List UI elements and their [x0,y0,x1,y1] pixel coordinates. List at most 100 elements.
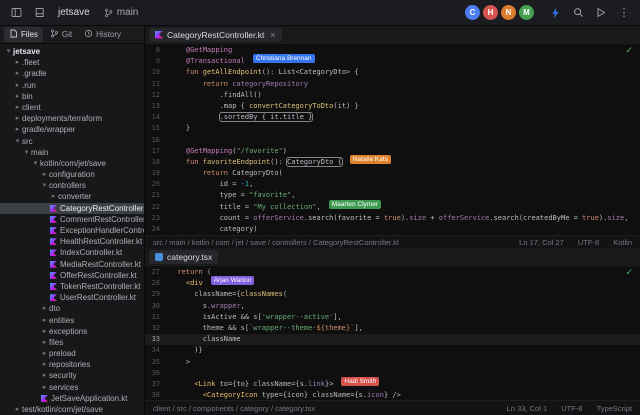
tab-git[interactable]: Git [45,27,77,42]
chevron-right-icon: ▸ [15,126,20,134]
code-line-content: count = offerService.search(favorite = t… [169,213,629,222]
search-icon[interactable] [570,5,586,21]
tree-item-preload[interactable]: ▸ preload [0,348,144,359]
chevron-right-icon: ▸ [42,372,47,380]
run-icon[interactable] [593,5,609,21]
editor-tab-bar-bottom: category.tsx [145,248,640,266]
code-line-content: )} [169,346,203,355]
status-encoding[interactable]: UTF-8 [561,404,582,413]
tree-item-label: IndexController.kt [60,248,123,258]
sidebar-tab-bar: Files Git History [0,26,144,44]
breadcrumb[interactable]: client / src / components / category / c… [153,404,315,413]
line-number: 28 [151,279,160,288]
close-icon[interactable]: × [270,30,275,40]
tree-item-label: gradle/wrapper [22,125,76,135]
typescript-file-icon [155,252,163,261]
tree-item-label: exceptions [49,326,88,336]
tree-item-exceptionhandlercontroller[interactable]: ExceptionHandlerController [0,225,144,236]
tree-item-mediarestcontroller-kt[interactable]: MediaRestController.kt [0,259,144,270]
code-line: 11 return categoryRepository [145,79,640,90]
tab-files-label: Files [21,30,38,39]
code-area[interactable]: ✓ 8 @GetMapping 9 @Transactional Christian… [145,44,640,235]
smart-mode-lightning-icon[interactable] [547,5,563,21]
tree-item-tokenrestcontroller-kt[interactable]: TokenRestController.kt [0,281,144,292]
tree-item-security[interactable]: ▸ security [0,370,144,381]
tree-item-converter[interactable]: ▸ converter [0,191,144,202]
tree-item-indexcontroller-kt[interactable]: IndexController.kt [0,247,144,258]
tree-item-userrestcontroller-kt[interactable]: UserRestController.kt [0,292,144,303]
tree-item-label: .run [22,80,36,90]
avatar-C[interactable]: C [465,5,480,20]
tree-item-offerrestcontroller-kt[interactable]: OfferRestController.kt [0,270,144,281]
tree-item--fleet[interactable]: ▸ .fleet [0,57,144,68]
tree-item-gradle-wrapper[interactable]: ▸ gradle/wrapper [0,124,144,135]
library-icon[interactable] [31,5,47,21]
status-language[interactable]: TypeScript [597,404,632,413]
status-encoding[interactable]: UTF-8 [578,238,599,247]
tree-item-controllers[interactable]: ▾ controllers [0,180,144,191]
tab-history[interactable]: History [79,27,126,42]
tree-item-kotlin-com-jet-save[interactable]: ▾ kotlin/com/jet/save [0,158,144,169]
line-number: 30 [151,301,160,310]
tree-item-commentrestcontroller-kt[interactable]: CommentRestController.kt [0,214,144,225]
code-line-content: return CategoryDto( [202,169,283,178]
tree-item-dto[interactable]: ▸ dto [0,303,144,314]
code-line-content [167,368,169,379]
code-line: 18 fun favoriteEndpoint(): CategoryDto {… [145,154,640,168]
line-number: 31 [151,312,160,321]
tree-item-exceptions[interactable]: ▸ exceptions [0,326,144,337]
tree-item-client[interactable]: ▸ client [0,102,144,113]
avatar-H[interactable]: H [483,5,498,20]
editor-status-bar-top: src / main / kotlin / com / jet / save /… [145,235,640,248]
avatar-M[interactable]: M [519,5,534,20]
code-health-check-icon[interactable]: ✓ [625,46,633,56]
tree-item-services[interactable]: ▸ services [0,382,144,393]
more-menu-icon[interactable]: ⋮ [616,5,632,21]
status-line-col[interactable]: Ln 17, Col 27 [519,238,564,247]
breadcrumb[interactable]: src / main / kotlin / com / jet / save /… [153,238,399,247]
tree-item-repositories[interactable]: ▸ repositories [0,359,144,370]
code-health-check-icon[interactable]: ✓ [625,268,633,278]
line-number: 20 [151,180,160,189]
status-language[interactable]: Kotlin [613,238,632,247]
tree-item-entities[interactable]: ▸ entities [0,315,144,326]
line-number: 21 [151,191,160,200]
code-line-content: @GetMapping [185,46,233,54]
tree-item-src[interactable]: ▾ src [0,136,144,147]
branch-selector[interactable]: main [103,7,138,18]
line-number: 8 [155,46,160,54]
tree-item-deployments-terraform[interactable]: ▸ deployments/terraform [0,113,144,124]
tree-item-jetsave[interactable]: ▾ jetsave [0,46,144,57]
tab-files[interactable]: Files [4,27,43,42]
tab-categoryrestcontroller-kt[interactable]: CategoryRestController.kt × [149,27,282,42]
tree-item--run[interactable]: ▸ .run [0,80,144,91]
status-line-col[interactable]: Ln 33, Col 1 [507,404,547,413]
line-number: 36 [151,368,160,377]
panels-icon[interactable] [8,5,24,21]
tree-item-label: MediaRestController.kt [60,259,141,269]
tree-item--gradle[interactable]: ▸ .gradle [0,68,144,79]
tree-item-bin[interactable]: ▸ bin [0,91,144,102]
tree-item-label: repositories [49,360,91,370]
avatar-N[interactable]: N [501,5,516,20]
tree-item-configuration[interactable]: ▸ configuration [0,169,144,180]
tree-item-main[interactable]: ▾ main [0,147,144,158]
tree-item-test-kotlin-com-jet-save[interactable]: ▸ test/kotlin/com/jet/save [0,404,144,415]
line-number: 37 [151,379,160,388]
line-number: 18 [151,157,160,166]
code-area[interactable]: ✓ 27 return (28 <div Arjan Warton 29 class… [145,266,640,400]
line-number: 11 [151,79,160,88]
tree-item-categoryrestcontroller-kt[interactable]: CategoryRestController.kt [0,202,144,214]
code-line: 17 @GetMapping("/favorite") [145,146,640,157]
line-number: 32 [151,323,160,332]
code-line-content: type = "favorite", [169,191,296,200]
workspace-name[interactable]: jetsave [58,7,90,18]
tab-category-tsx[interactable]: category.tsx [149,249,219,264]
chevron-down-icon: ▾ [6,48,11,55]
tree-item-jetsaveapplication-kt[interactable]: JetSaveApplication.kt [0,393,144,404]
tree-item-healthrestcontroller-kt[interactable]: HealthRestController.kt [0,236,144,247]
code-line: 14 .sortedBy { it.title } [145,112,640,123]
tree-item-files[interactable]: ▸ files [0,337,144,348]
code-line: 9 @Transactional Christiana Brennan [145,54,640,67]
tab-label: category.tsx [167,251,213,262]
